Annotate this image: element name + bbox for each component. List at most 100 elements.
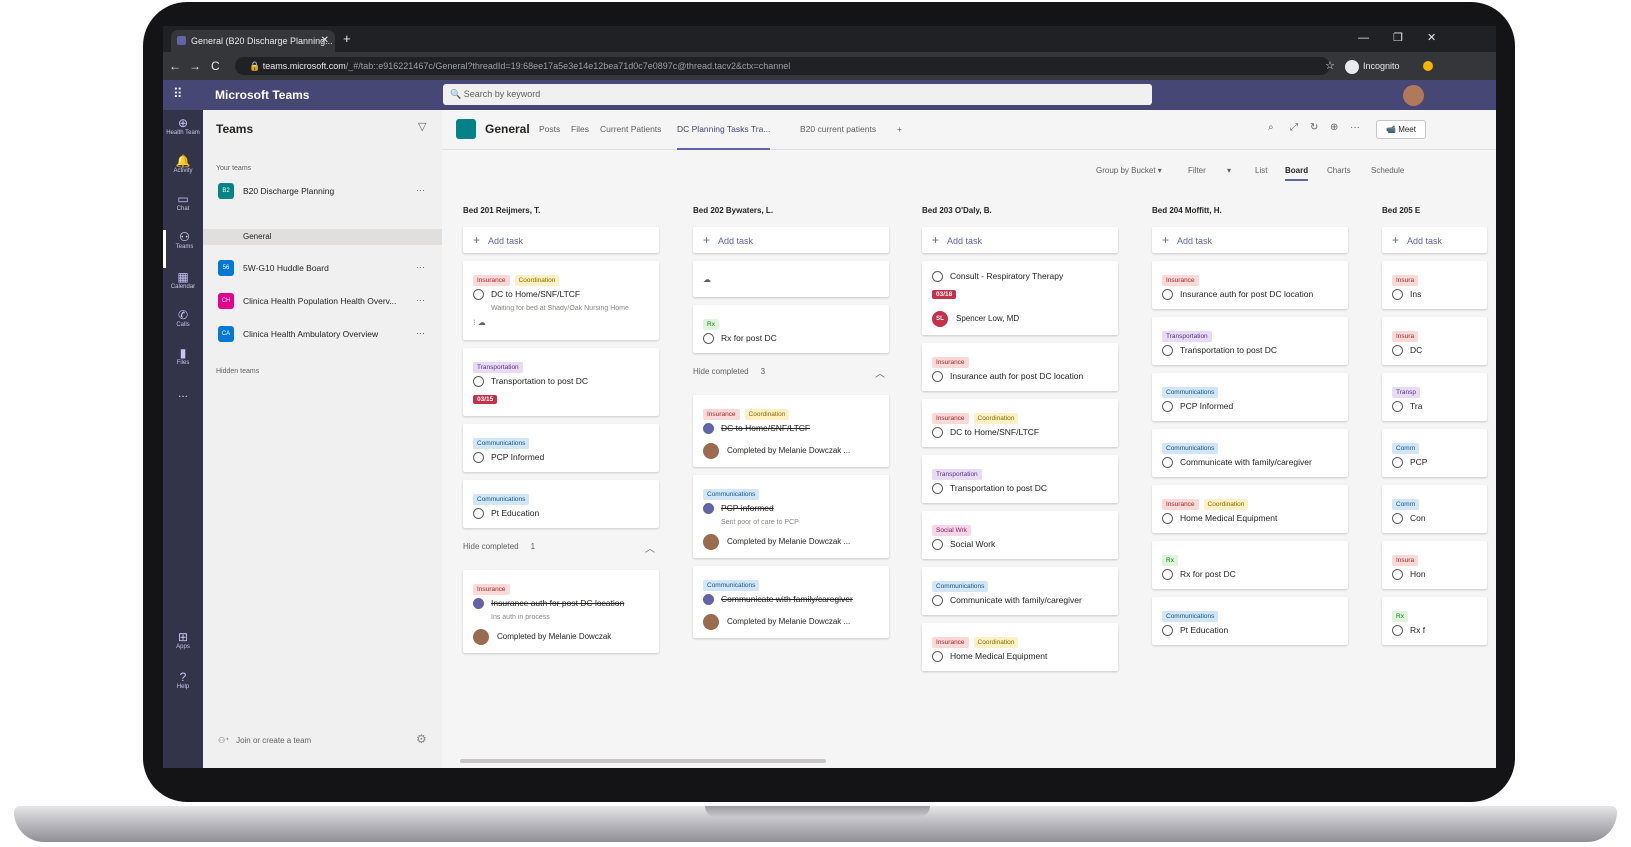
task-card[interactable]: Communications Communicate with family/ca…	[1152, 429, 1348, 477]
url-field[interactable]: 🔒 teams.microsoft.com/_#/tab::e916221467…	[235, 57, 1330, 75]
tab-dc-planning-tasks[interactable]: DC Planning Tasks Tra...	[677, 110, 771, 150]
task-card[interactable]: Communications Pt Education	[463, 480, 659, 528]
refresh-icon[interactable]: ↻	[1310, 122, 1318, 133]
complete-checkbox[interactable]	[1162, 569, 1173, 581]
rail-health-team[interactable]: ⊕ Health Team	[163, 116, 203, 154]
task-card[interactable]: Communications PCP informed Sent poor of c…	[693, 475, 889, 558]
view-board[interactable]: Board	[1285, 166, 1309, 181]
add-task-button[interactable]: + Add task	[1382, 227, 1487, 253]
complete-checkbox[interactable]	[932, 539, 943, 551]
tab-b20-current-patients[interactable]: B20 current patients	[800, 110, 876, 148]
add-task-button[interactable]: + Add task	[922, 227, 1118, 253]
more-icon[interactable]: ···	[1350, 122, 1360, 133]
extension-icon[interactable]	[1423, 61, 1433, 71]
task-card[interactable]: ☁	[693, 261, 889, 297]
task-card[interactable]: Consult - Respiratory Therapy 03/18 SL Spen…	[922, 261, 1118, 335]
task-card[interactable]: Insura Hon	[1382, 541, 1487, 589]
complete-checkbox[interactable]	[932, 483, 943, 495]
task-card[interactable]: Insura DC	[1382, 317, 1487, 365]
add-task-button[interactable]: + Add task	[1152, 227, 1348, 253]
filter-button[interactable]: Filter	[1188, 166, 1206, 175]
channel-general[interactable]: General	[203, 229, 442, 245]
chat-icon[interactable]: ⌕	[1268, 122, 1274, 133]
reload-button[interactable]: C	[211, 57, 220, 75]
complete-checkbox[interactable]	[1392, 513, 1403, 525]
complete-checkbox[interactable]	[473, 289, 484, 301]
task-card[interactable]: Insurance Insurance auth for post DC loca…	[922, 343, 1118, 391]
minimize-button[interactable]: —	[1358, 28, 1369, 48]
view-schedule[interactable]: Schedule	[1371, 166, 1404, 175]
rail-files[interactable]: ▮ Files	[163, 346, 203, 384]
completed-check-icon[interactable]	[703, 423, 714, 435]
task-card[interactable]: Insurance Coordination DC to Home/SNF/LTCF…	[693, 395, 889, 467]
complete-checkbox[interactable]	[703, 333, 714, 345]
add-tab-button[interactable]: +	[897, 110, 902, 148]
complete-checkbox[interactable]	[473, 452, 484, 464]
task-card[interactable]: Insurance Insurance auth for post DC loca…	[463, 570, 659, 653]
add-task-button[interactable]: + Add task	[693, 227, 889, 253]
complete-checkbox[interactable]	[1162, 401, 1173, 413]
completed-check-icon[interactable]	[473, 598, 484, 610]
complete-checkbox[interactable]	[1162, 513, 1173, 525]
complete-checkbox[interactable]	[1392, 289, 1403, 301]
more-options-icon[interactable]: ···	[416, 257, 425, 277]
complete-checkbox[interactable]	[932, 595, 943, 607]
task-card[interactable]: Communications Communicate with family/ca…	[693, 566, 889, 638]
task-card[interactable]: Comm PCP	[1382, 429, 1487, 477]
task-card[interactable]: Insura Ins	[1382, 261, 1487, 309]
rail-calendar[interactable]: ▦ Calendar	[163, 270, 203, 308]
complete-checkbox[interactable]	[1162, 457, 1173, 469]
task-card[interactable]: Communications Pt Education	[1152, 597, 1348, 645]
back-button[interactable]: ←	[169, 57, 181, 75]
task-card[interactable]: Transportation Transportation to post DC 0…	[463, 348, 659, 416]
complete-checkbox[interactable]	[932, 651, 943, 663]
hide-completed-toggle[interactable]: Hide completed 3 ︿	[693, 367, 889, 387]
view-charts[interactable]: Charts	[1327, 166, 1351, 175]
filter-chevron-icon[interactable]: ▾	[1227, 166, 1231, 175]
globe-icon[interactable]: ⊕	[1330, 122, 1338, 133]
expand-icon[interactable]: ⤢	[1290, 122, 1298, 133]
task-card[interactable]: Communications PCP Informed	[463, 424, 659, 472]
team-row[interactable]: B2 B20 Discharge Planning ···	[203, 180, 442, 204]
complete-checkbox[interactable]	[932, 271, 943, 283]
task-card[interactable]: Transportation Transportation to post DC	[1152, 317, 1348, 365]
task-card[interactable]: Rx Rx f	[1382, 597, 1487, 645]
add-task-button[interactable]: + Add task	[463, 227, 659, 253]
team-row[interactable]: 56 5W-G10 Huddle Board ···	[203, 257, 442, 281]
incognito-indicator[interactable]: Incognito	[1345, 57, 1400, 75]
complete-checkbox[interactable]	[932, 427, 943, 439]
task-card[interactable]: Insurance Coordination DC to Home/SNF/LTCF…	[463, 261, 659, 340]
task-card[interactable]: Communications PCP Informed	[1152, 373, 1348, 421]
chevron-up-icon[interactable]: ︿	[645, 540, 655, 555]
bookmark-star-icon[interactable]: ☆	[1325, 57, 1335, 75]
complete-checkbox[interactable]	[1162, 625, 1173, 637]
app-launcher-icon[interactable]: ⠿	[173, 86, 183, 102]
maximize-button[interactable]: ❐	[1393, 28, 1403, 48]
completed-check-icon[interactable]	[703, 594, 714, 606]
tab-posts[interactable]: Posts	[539, 110, 560, 148]
rail-apps[interactable]: ⊞ Apps	[163, 630, 203, 668]
horizontal-scrollbar[interactable]	[460, 759, 826, 763]
complete-checkbox[interactable]	[473, 508, 484, 520]
task-card[interactable]: Rx Rx for post DC	[693, 305, 889, 353]
task-card[interactable]: Rx Rx for post DC	[1152, 541, 1348, 589]
more-options-icon[interactable]: ···	[416, 180, 425, 200]
complete-checkbox[interactable]	[1162, 345, 1173, 357]
browser-tab[interactable]: General (B20 Discharge Planning... ✕	[171, 30, 335, 52]
task-card[interactable]: Transp Tra	[1382, 373, 1487, 421]
complete-checkbox[interactable]	[1392, 345, 1403, 357]
tab-files[interactable]: Files	[571, 110, 589, 148]
new-tab-button[interactable]: +	[343, 30, 351, 48]
hidden-teams-link[interactable]: Hidden teams	[216, 368, 259, 375]
tab-close-icon[interactable]: ✕	[321, 30, 329, 52]
hide-completed-toggle[interactable]: Hide completed 1 ︿	[463, 542, 659, 562]
task-card[interactable]: Insurance Insurance auth for post DC loca…	[1152, 261, 1348, 309]
complete-checkbox[interactable]	[1392, 569, 1403, 581]
tab-current-patients[interactable]: Current Patients	[600, 110, 661, 148]
team-row[interactable]: CA Clinica Health Ambulatory Overview ··…	[203, 323, 442, 347]
rail-more-icon[interactable]: ...	[163, 386, 203, 424]
task-card[interactable]: Comm Con	[1382, 485, 1487, 533]
task-card[interactable]: Insurance Coordination DC to Home/SNF/LTCF	[922, 399, 1118, 447]
complete-checkbox[interactable]	[932, 371, 943, 383]
chevron-up-icon[interactable]: ︿	[875, 365, 885, 380]
